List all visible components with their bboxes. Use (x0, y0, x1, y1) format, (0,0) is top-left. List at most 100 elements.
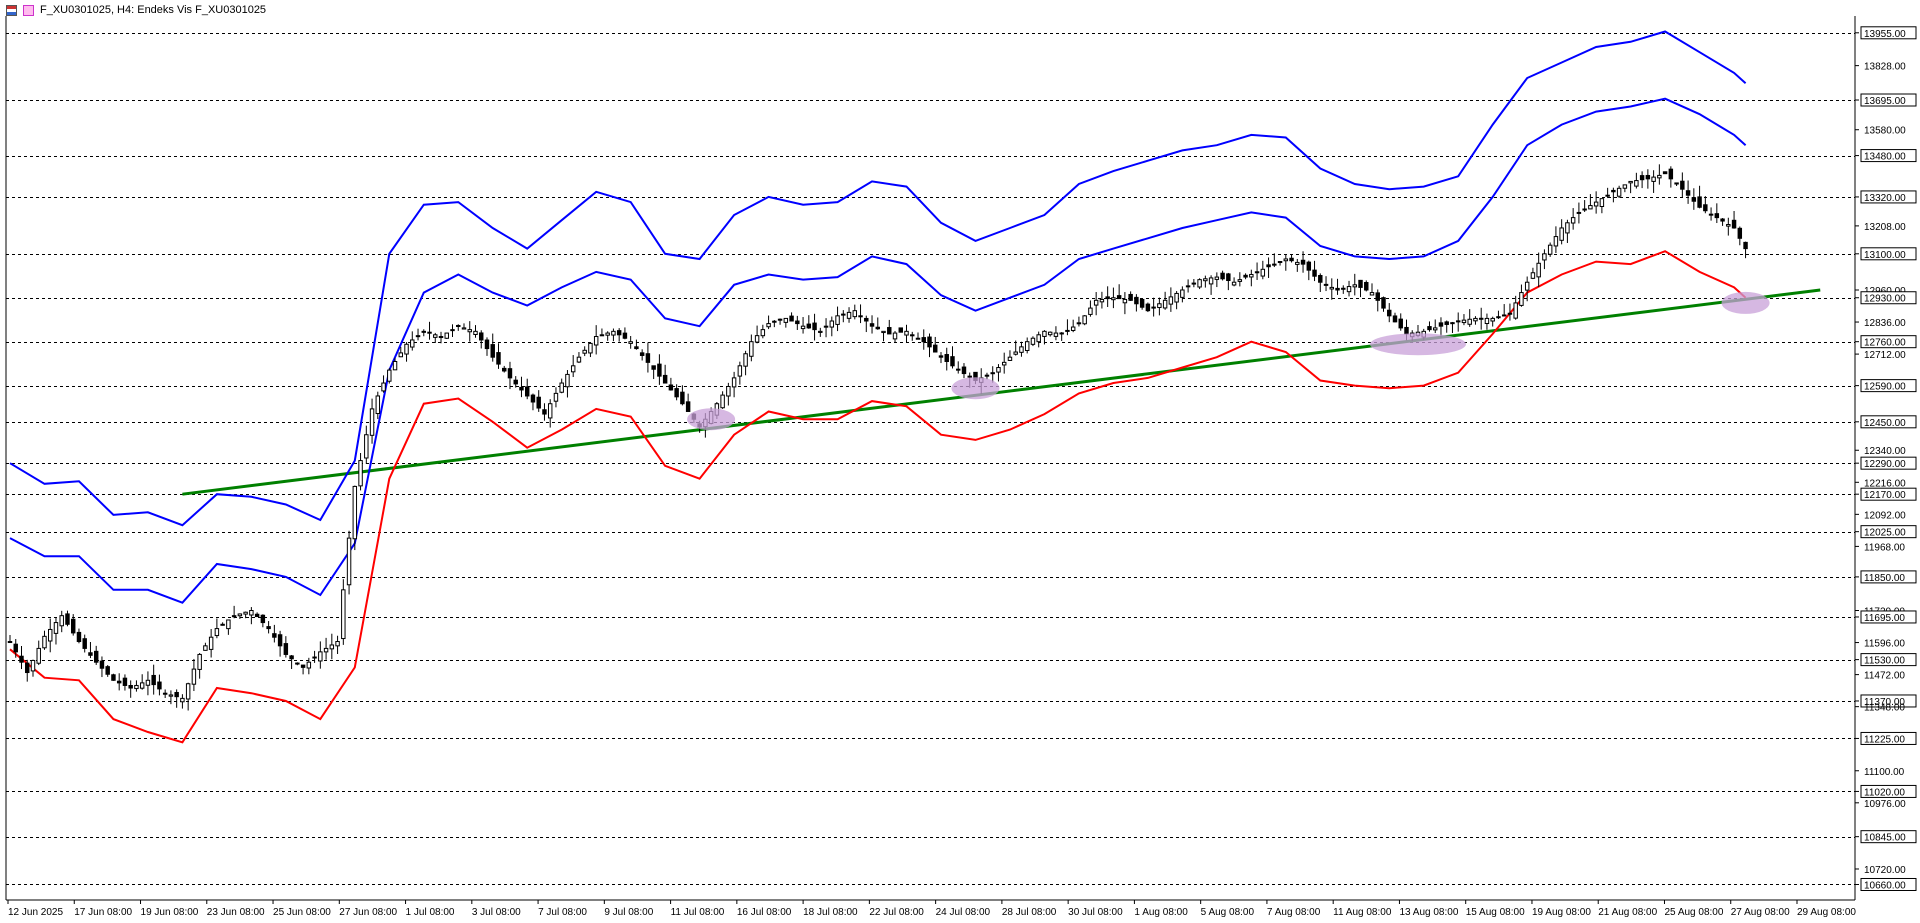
candle (1484, 313, 1490, 330)
candle (835, 306, 840, 332)
candle-body (398, 352, 404, 358)
candle-body (1157, 303, 1162, 309)
y-tick-label: 12590.00 (1864, 382, 1906, 393)
candle-body (1398, 318, 1403, 329)
candle (1151, 297, 1156, 317)
candle-body (1312, 269, 1317, 277)
candle-body (657, 363, 662, 377)
candle-body (249, 610, 254, 616)
candle-body (1616, 187, 1622, 197)
x-tick-label: 12 Jun 2025 (8, 907, 63, 918)
candle-body (795, 320, 800, 325)
candle-body (1318, 275, 1323, 283)
candle (927, 333, 932, 358)
candle (1231, 277, 1237, 287)
candle (1536, 252, 1541, 288)
candle (1295, 258, 1300, 272)
candle (1576, 202, 1582, 224)
candle-body (1565, 222, 1570, 234)
candle-body (266, 626, 271, 630)
candle-body (1570, 217, 1576, 224)
candle-body (1059, 332, 1064, 335)
candle (777, 318, 783, 325)
candle-body (450, 329, 455, 332)
x-tick-label: 7 Aug 08:00 (1267, 907, 1321, 918)
candle-body (1226, 273, 1231, 282)
candle (1024, 337, 1030, 354)
y-tick-label: 12216.00 (1864, 478, 1906, 489)
candle (1059, 332, 1064, 341)
price-axis[interactable]: 13955.00 13828.00 13695.00 13580.00 13480.00… (5, 16, 1917, 900)
candle (1651, 170, 1656, 193)
candle (1099, 291, 1105, 309)
candle (484, 337, 490, 356)
candle-body (956, 368, 961, 371)
x-tick-label: 27 Jun 08:00 (339, 907, 397, 918)
candle-body (1139, 298, 1145, 308)
candle-body (950, 356, 955, 367)
candle-body (864, 317, 869, 322)
candle-body (823, 325, 829, 328)
y-tick-label: 12712.00 (1864, 350, 1906, 361)
candle (174, 689, 179, 708)
time-axis[interactable]: 12 Jun 2025 17 Jun 08:00 19 Jun 08:00 23 Ju… (6, 899, 1856, 918)
candle-body (1427, 326, 1432, 331)
candle-body (1582, 208, 1587, 211)
candle (1634, 172, 1639, 189)
candle (841, 310, 846, 323)
candle (766, 315, 771, 330)
candle-body (1341, 287, 1346, 290)
candle-body (662, 374, 668, 384)
x-tick-label: 25 Jun 08:00 (273, 907, 331, 918)
candle-body (59, 615, 64, 627)
band-outer-line (9, 30, 1747, 527)
candle-body (19, 655, 24, 663)
candle (1375, 289, 1380, 312)
candle-body (1024, 341, 1030, 351)
candle (358, 452, 363, 491)
candle (553, 387, 559, 408)
candle (1019, 341, 1024, 357)
candle-body (1076, 322, 1082, 325)
candle-body (749, 341, 754, 357)
candle-body (582, 349, 587, 354)
candle (88, 641, 93, 659)
candle-body (1053, 332, 1059, 337)
price-chart[interactable]: 13955.00 13828.00 13695.00 13580.00 13480.00… (0, 0, 1920, 923)
candle-body (479, 332, 484, 341)
x-tick-label: 28 Jul 08:00 (1002, 907, 1057, 918)
candle-body (881, 330, 886, 334)
candle (800, 317, 806, 334)
candle (1662, 171, 1668, 175)
candle-body (162, 692, 168, 695)
candle-body (1283, 258, 1289, 262)
candle (283, 636, 289, 658)
candle (1433, 319, 1438, 334)
y-tick-label: 11225.00 (1864, 734, 1905, 745)
candle-body (208, 636, 214, 650)
candle-body (651, 365, 656, 370)
candle-body (306, 661, 312, 669)
candle-body (984, 374, 990, 377)
candle (674, 384, 679, 401)
y-tick-label: 12760.00 (1864, 338, 1906, 349)
candle-body (128, 685, 133, 689)
candle-body (835, 315, 840, 325)
candle-body (639, 352, 645, 356)
candle-body (1007, 356, 1013, 361)
candle-body (1065, 329, 1070, 332)
x-tick-label: 13 Aug 08:00 (1399, 907, 1458, 918)
candle (1565, 219, 1570, 243)
candle-body (272, 633, 277, 638)
x-tick-label: 29 Aug 08:00 (1797, 907, 1856, 918)
candle-body (197, 653, 202, 670)
candle (1243, 273, 1248, 280)
candle (1139, 298, 1145, 310)
candle (237, 613, 243, 619)
candle-body (168, 694, 174, 697)
candle (1731, 210, 1737, 229)
candle (1254, 262, 1260, 280)
candle-body (1099, 298, 1105, 303)
candle-body (180, 697, 185, 703)
candle-body (1455, 320, 1461, 323)
